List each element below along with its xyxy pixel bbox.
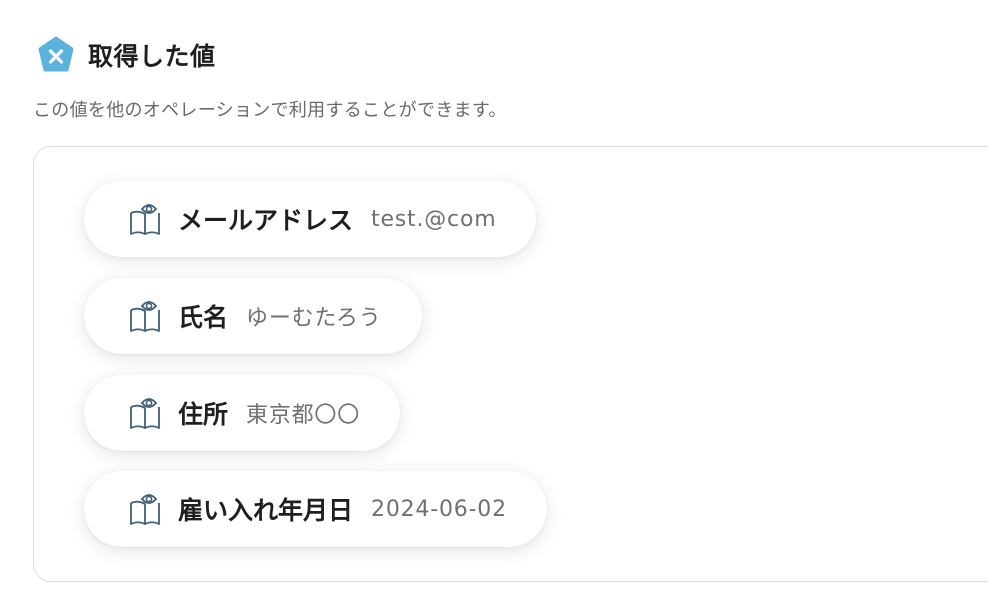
field-label: 住所 [178, 400, 229, 429]
field-chip-hire-date[interactable]: 雇い入れ年月日 2024-06-02 [84, 471, 547, 547]
book-eye-icon [128, 491, 162, 527]
description-text: この値を他のオペレーションで利用することができます。 [33, 100, 507, 121]
page-title: 取得した値 [88, 42, 216, 71]
yoom-logo-icon [36, 35, 76, 75]
field-chip-email[interactable]: メールアドレス test.@com [84, 181, 537, 257]
field-label: 氏名 [178, 303, 229, 332]
book-eye-icon [128, 298, 162, 334]
field-label: メールアドレス [178, 206, 354, 235]
book-eye-icon [128, 201, 162, 237]
field-value: ゆーむたろう [246, 306, 382, 331]
header: 取得した値 [36, 36, 216, 74]
field-chip-address[interactable]: 住所 東京都〇〇 [84, 375, 401, 451]
field-value: test.@com [371, 206, 497, 232]
field-label: 雇い入れ年月日 [178, 496, 354, 525]
field-chip-name[interactable]: 氏名 ゆーむたろう [84, 278, 422, 354]
field-value: 2024-06-02 [371, 496, 507, 522]
field-value: 東京都〇〇 [246, 403, 361, 428]
book-eye-icon [128, 395, 162, 431]
